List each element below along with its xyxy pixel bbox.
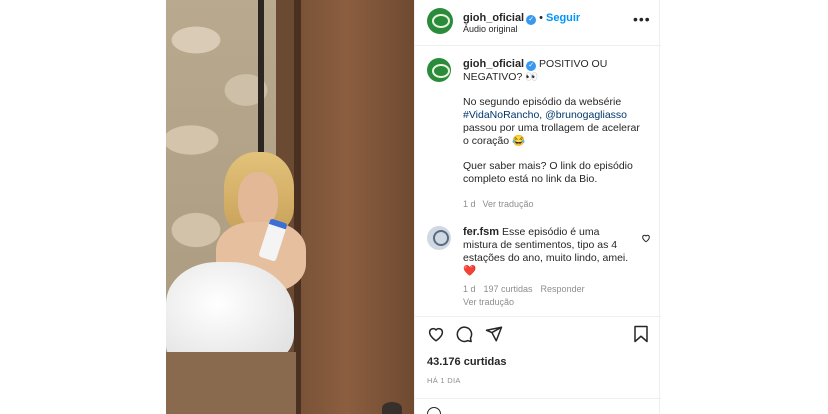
comment-see-translation[interactable]: Ver tradução	[463, 297, 514, 307]
see-translation-link[interactable]: Ver tradução	[483, 199, 534, 209]
post-media-video[interactable]	[166, 0, 414, 414]
wooden-door	[301, 0, 414, 414]
caption-text: gioh_oficial ✓ POSITIVO OU NEGATIVO? 👀 No…	[463, 58, 643, 211]
avatar[interactable]	[427, 8, 453, 34]
post-panel: gioh_oficial ✓ • Seguir Áudio original ••• …	[414, 0, 661, 414]
emoji-icon[interactable]	[427, 407, 441, 414]
reply-button[interactable]: Responder	[541, 284, 585, 294]
audio-label[interactable]: Áudio original	[463, 24, 518, 34]
comment-icon[interactable]	[455, 325, 473, 343]
action-bar	[415, 316, 661, 352]
caption-p3: Quer saber mais? O link do episódio comp…	[463, 160, 633, 185]
caption-username[interactable]: gioh_oficial	[463, 58, 524, 70]
post-time[interactable]: HÁ 1 DIA	[427, 376, 461, 385]
caption-p2-part1: No segundo episódio da websérie	[463, 96, 622, 108]
follow-button[interactable]: Seguir	[546, 12, 580, 24]
post-header: gioh_oficial ✓ • Seguir Áudio original •••	[415, 0, 661, 46]
verified-icon: ✓	[526, 15, 537, 25]
send-icon[interactable]	[485, 325, 503, 343]
comment-meta: 1 d 197 curtidas Responder	[463, 284, 643, 294]
audio-toggle-icon[interactable]	[382, 402, 402, 414]
comment-age: 1 d	[463, 284, 476, 294]
header-username[interactable]: gioh_oficial	[463, 12, 524, 24]
bookmark-icon[interactable]	[633, 325, 649, 343]
avatar[interactable]	[427, 58, 451, 82]
comment-username[interactable]: fer.fsm	[463, 226, 499, 238]
separator-dot: •	[539, 12, 543, 24]
comment-likes[interactable]: 197 curtidas	[484, 284, 533, 294]
mention-link[interactable]: @brunogagliasso	[545, 109, 627, 121]
verified-icon: ✓	[526, 61, 537, 71]
caption-meta: 1 d Ver tradução	[463, 198, 643, 211]
heart-icon[interactable]	[427, 325, 445, 343]
add-comment-bar[interactable]	[415, 398, 661, 414]
caption-p2-part2: passou por uma trollagem de acelerar o c…	[463, 122, 640, 147]
avatar[interactable]	[427, 226, 451, 250]
comment-text: fer.fsm Esse episódio é uma mistura de s…	[463, 226, 633, 278]
likes-count[interactable]: 43.176 curtidas	[427, 356, 507, 368]
hashtag-link[interactable]: #VidaNoRancho	[463, 109, 539, 121]
white-blanket	[166, 262, 294, 366]
more-options-icon[interactable]: •••	[633, 11, 651, 27]
wooden-cabinet	[166, 352, 296, 414]
comment-like-icon[interactable]	[641, 233, 651, 243]
caption-age: 1 d	[463, 199, 476, 209]
